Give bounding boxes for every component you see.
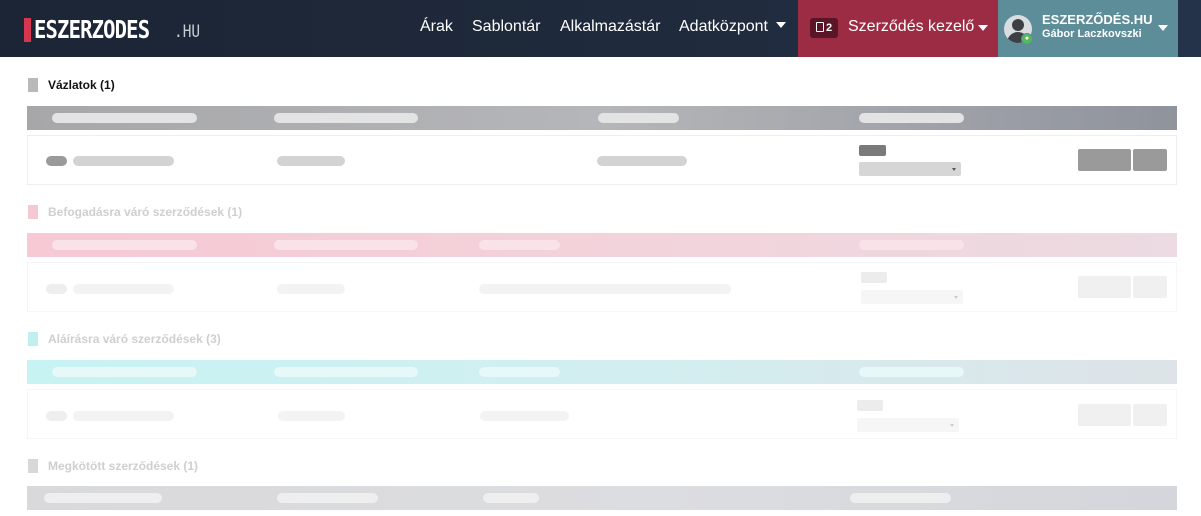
section-title-label: Vázlatok (1) bbox=[48, 78, 115, 92]
cell-placeholder bbox=[46, 156, 67, 166]
cell-placeholder bbox=[73, 411, 174, 421]
chevron-down-icon bbox=[978, 25, 988, 31]
section-title-drafts[interactable]: Vázlatok (1) bbox=[28, 78, 115, 92]
table-row[interactable] bbox=[27, 262, 1177, 312]
cell-placeholder bbox=[73, 284, 174, 294]
column-header-placeholder bbox=[277, 493, 378, 503]
cell-placeholder bbox=[861, 272, 887, 283]
column-header-placeholder bbox=[859, 240, 964, 250]
section-marker bbox=[28, 205, 38, 219]
nav-link-data-center-label: Adatközpont bbox=[679, 18, 768, 35]
section-marker bbox=[28, 78, 38, 92]
cell-placeholder bbox=[859, 145, 886, 156]
cell-placeholder bbox=[73, 156, 174, 166]
column-header-placeholder bbox=[274, 240, 418, 250]
status-select[interactable] bbox=[859, 162, 961, 176]
status-select[interactable] bbox=[861, 290, 963, 304]
logo-accent-bar bbox=[24, 18, 31, 42]
user-menu[interactable]: ● ESZERZŐDÉS.HU Gábor Laczkovszki bbox=[998, 0, 1178, 57]
cell-placeholder bbox=[479, 284, 731, 294]
row-action-button[interactable] bbox=[1078, 404, 1131, 426]
section-marker bbox=[28, 332, 38, 346]
cell-placeholder bbox=[857, 400, 883, 411]
section-title-concluded[interactable]: Megkötött szerződések (1) bbox=[28, 459, 198, 473]
brand-tld: .HU bbox=[174, 22, 201, 42]
column-header-placeholder bbox=[274, 367, 418, 377]
row-action-button[interactable] bbox=[1133, 404, 1167, 426]
column-header-placeholder bbox=[483, 493, 539, 503]
column-header-placeholder bbox=[52, 240, 197, 250]
user-name: Gábor Laczkovszki bbox=[1042, 28, 1142, 40]
section-title-awaiting-signature[interactable]: Aláírásra váró szerződések (3) bbox=[28, 332, 221, 346]
cell-placeholder bbox=[597, 156, 687, 166]
column-header-placeholder bbox=[52, 113, 197, 123]
table-header bbox=[27, 233, 1177, 257]
chevron-down-icon bbox=[950, 424, 954, 427]
cell-placeholder bbox=[46, 284, 67, 294]
column-header-placeholder bbox=[850, 493, 951, 503]
chevron-down-icon bbox=[775, 22, 786, 28]
column-header-placeholder bbox=[598, 113, 679, 123]
user-organization: ESZERZŐDÉS.HU bbox=[1042, 12, 1153, 27]
chevron-down-icon bbox=[954, 296, 958, 299]
table-header bbox=[27, 106, 1177, 130]
document-icon: 2 bbox=[810, 18, 838, 38]
section-title-awaiting-acceptance[interactable]: Befogadásra váró szerződések (1) bbox=[28, 205, 242, 219]
section-title-label: Befogadásra váró szerződések (1) bbox=[48, 205, 243, 219]
table-row[interactable] bbox=[27, 389, 1177, 439]
column-header-placeholder bbox=[44, 493, 162, 503]
nav-link-app-store[interactable]: Alkalmazástár bbox=[560, 18, 660, 36]
row-action-button[interactable] bbox=[1133, 149, 1167, 171]
column-header-placeholder bbox=[859, 113, 964, 123]
contract-manager-menu[interactable]: 2 Szerződés kezelő bbox=[798, 0, 998, 57]
cell-placeholder bbox=[46, 411, 67, 421]
contract-manager-badge: 2 bbox=[825, 22, 833, 34]
column-header-placeholder bbox=[859, 367, 964, 377]
chevron-down-icon bbox=[952, 168, 956, 171]
contract-manager-label: Szerződés kezelő bbox=[848, 18, 975, 35]
nav-link-data-center[interactable]: Adatközpont bbox=[679, 18, 786, 36]
nav-link-pricing[interactable]: Árak bbox=[420, 18, 453, 36]
nav-link-templates[interactable]: Sablontár bbox=[472, 18, 541, 36]
column-header-placeholder bbox=[479, 367, 560, 377]
section-marker bbox=[28, 459, 38, 473]
table-header bbox=[27, 486, 1177, 510]
row-action-button[interactable] bbox=[1078, 149, 1131, 171]
brand-name: ESZERZODES bbox=[34, 15, 150, 44]
brand-logo[interactable]: ESZERZODES .HU bbox=[24, 15, 200, 44]
cell-placeholder bbox=[480, 411, 569, 421]
cell-placeholder bbox=[277, 156, 345, 166]
column-header-placeholder bbox=[479, 240, 560, 250]
table-row[interactable] bbox=[27, 135, 1177, 185]
section-title-label: Aláírásra váró szerződések (3) bbox=[48, 332, 221, 346]
status-select[interactable] bbox=[857, 418, 959, 432]
user-online-icon: ● bbox=[1021, 33, 1033, 45]
top-nav: ESZERZODES .HU Árak Sablontár Alkalmazás… bbox=[0, 0, 1201, 57]
cell-placeholder bbox=[277, 284, 345, 294]
chevron-down-icon bbox=[1158, 25, 1168, 31]
row-action-button[interactable] bbox=[1133, 276, 1167, 298]
table-header bbox=[27, 360, 1177, 384]
column-header-placeholder bbox=[274, 113, 418, 123]
section-title-label: Megkötött szerződések (1) bbox=[48, 459, 199, 473]
row-action-button[interactable] bbox=[1078, 276, 1131, 298]
column-header-placeholder bbox=[52, 367, 197, 377]
cell-placeholder bbox=[278, 411, 345, 421]
